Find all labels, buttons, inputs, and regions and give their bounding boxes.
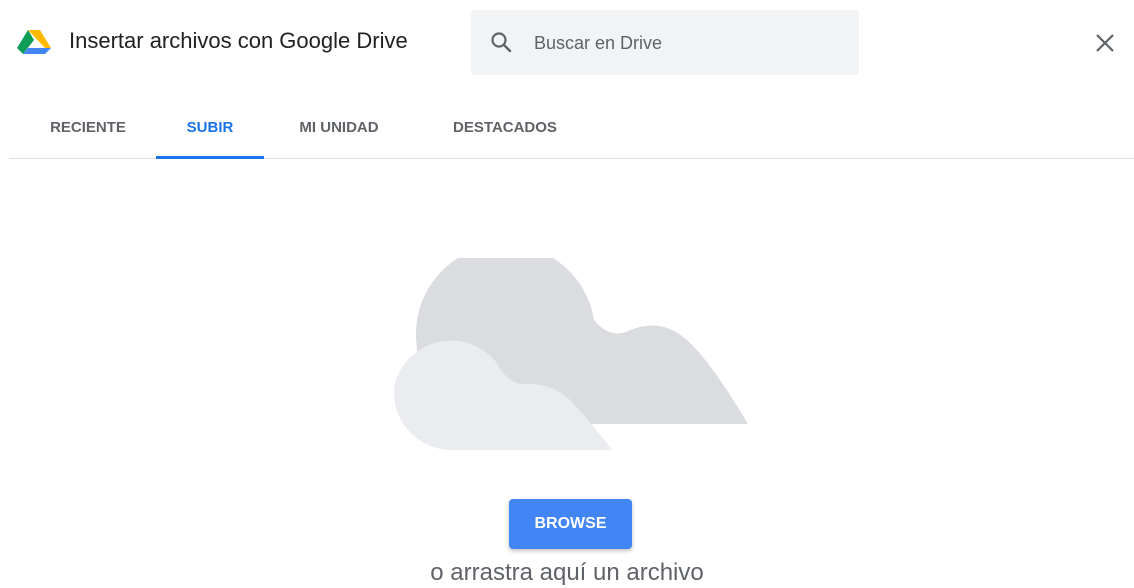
tab-label: RECIENTE	[50, 119, 126, 136]
dialog-title: Insertar archivos con Google Drive	[69, 28, 408, 53]
search-input[interactable]	[534, 28, 834, 58]
drive-picker-dialog: Insertar archivos con Google Drive RECIE…	[0, 0, 1134, 588]
search-icon	[491, 32, 512, 53]
tab-reciente[interactable]: RECIENTE	[31, 100, 145, 158]
tab-subir[interactable]: SUBIR	[156, 100, 264, 159]
tab-bar: RECIENTE SUBIR MI UNIDAD DESTACADOS	[9, 100, 1134, 159]
drop-hint-text: o arrastra aquí un archivo	[430, 559, 704, 586]
tab-destacados[interactable]: DESTACADOS	[427, 100, 583, 158]
active-tab-indicator	[156, 156, 264, 159]
google-drive-logo-icon	[17, 30, 51, 54]
dialog-header: Insertar archivos con Google Drive	[0, 0, 1134, 86]
tab-mi-unidad[interactable]: MI UNIDAD	[274, 100, 404, 158]
browse-button[interactable]: BROWSE	[509, 499, 632, 549]
tab-label: MI UNIDAD	[299, 119, 379, 136]
close-icon	[1096, 34, 1114, 52]
cloud-illustration-icon	[394, 258, 748, 450]
close-button[interactable]	[1087, 25, 1123, 61]
tab-label: SUBIR	[186, 119, 234, 136]
search-box[interactable]	[471, 10, 859, 75]
tab-label: DESTACADOS	[453, 119, 557, 136]
